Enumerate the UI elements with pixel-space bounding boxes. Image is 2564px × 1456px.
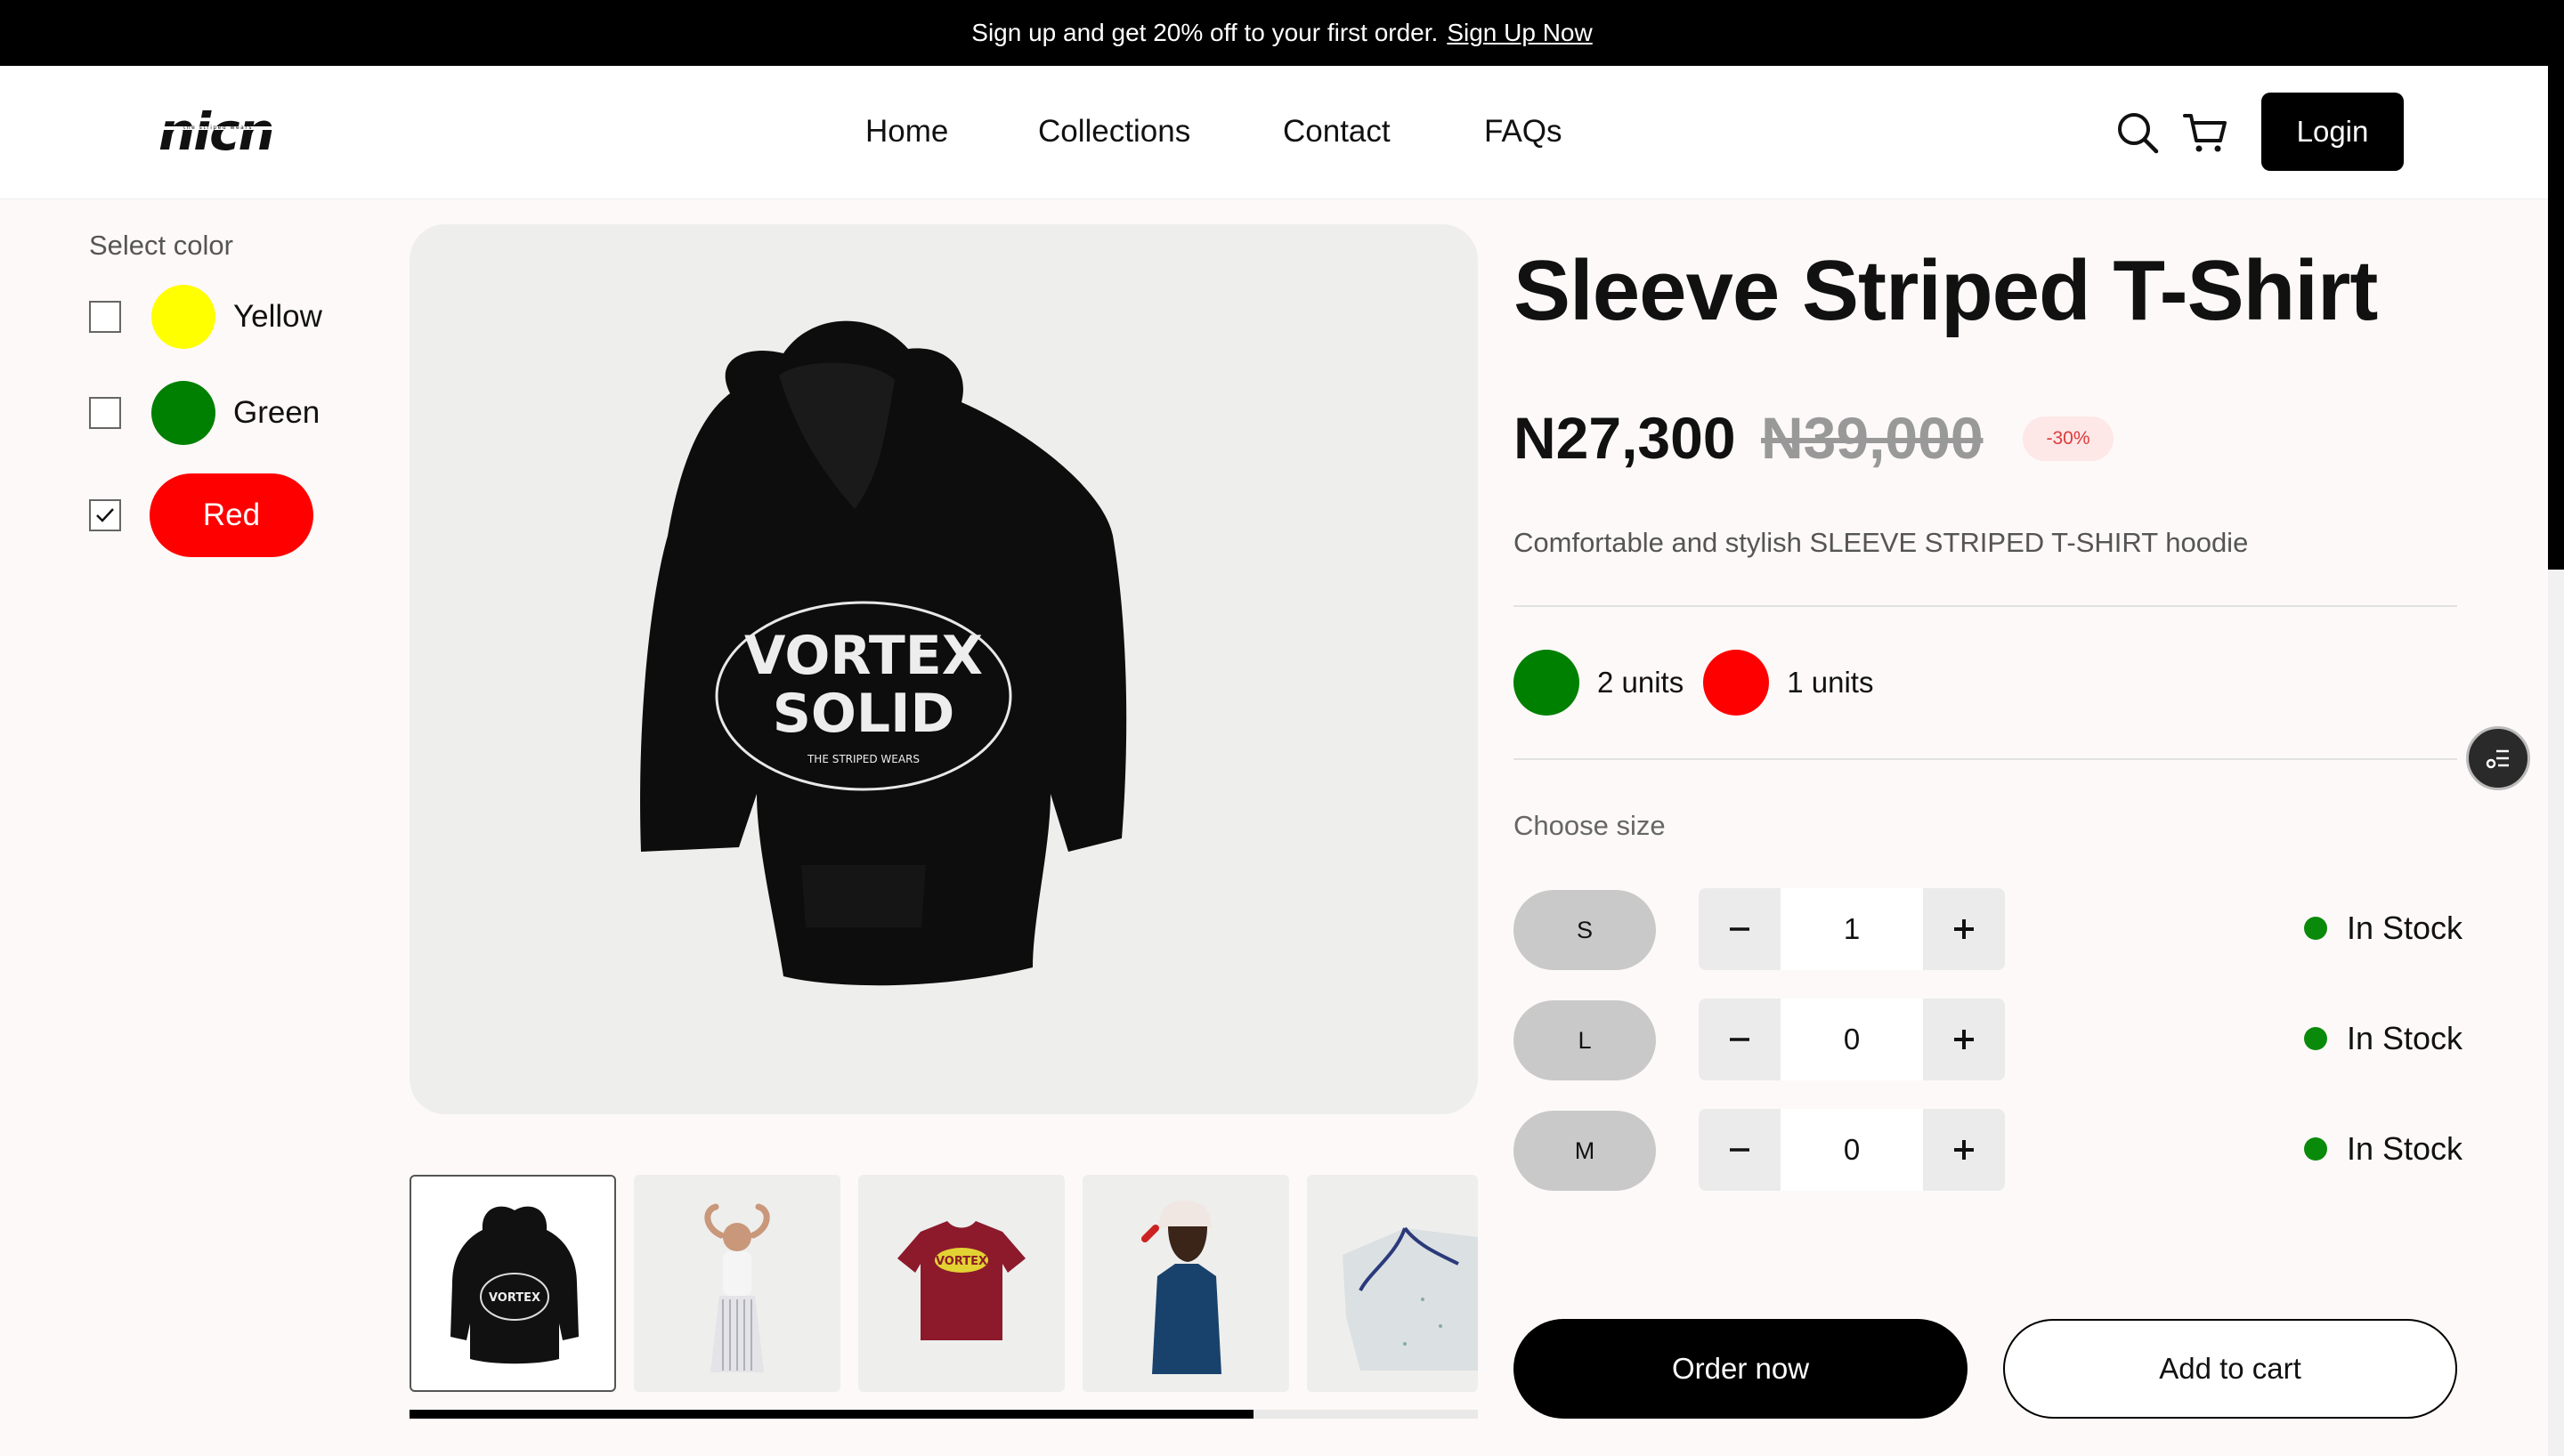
gallery-scroll-progress[interactable] — [410, 1410, 1254, 1419]
thumb-hoodie-image: VORTEX — [450, 1206, 579, 1364]
thumb-woman-image — [704, 1203, 770, 1372]
thumb-man-image — [1141, 1201, 1221, 1374]
nav-home[interactable]: Home — [865, 114, 948, 150]
color-option-green[interactable]: Green — [89, 381, 320, 445]
red-stock-count: 1 units — [1787, 666, 1874, 699]
search-icon[interactable] — [2114, 109, 2162, 157]
cart-icon[interactable] — [2181, 109, 2229, 157]
minus-icon — [1730, 1148, 1749, 1152]
quantity-value[interactable]: 0 — [1781, 1109, 1923, 1191]
decrement-button[interactable] — [1699, 999, 1781, 1080]
original-price: N39,000 — [1761, 405, 1984, 471]
discount-badge: -30% — [2023, 417, 2114, 461]
hoodie-print-top: VORTEX — [744, 625, 983, 687]
scrollbar-thumb[interactable] — [2548, 66, 2564, 570]
thumbnail-hoodie[interactable]: VORTEX — [410, 1175, 616, 1392]
check-icon — [96, 508, 114, 522]
quantity-stepper: 1 — [1699, 888, 2005, 970]
quantity-stepper: 0 — [1699, 1109, 2005, 1191]
filter-title: Select color — [89, 230, 233, 261]
plus-icon — [1954, 1140, 1974, 1160]
stock-status-label: In Stock — [2347, 1130, 2463, 1167]
color-stock-list: 2 units 1 units — [1513, 650, 1893, 716]
navbar: nicn the striped wears Home Collections … — [0, 66, 2548, 199]
in-stock-dot — [2304, 1137, 2327, 1161]
increment-button[interactable] — [1923, 888, 2005, 970]
green-checkbox[interactable] — [89, 397, 121, 429]
nav-collections[interactable]: Collections — [1038, 114, 1190, 150]
minus-icon — [1730, 1038, 1749, 1041]
in-stock-dot — [2304, 917, 2327, 940]
promo-banner: Sign up and get 20% off to your first or… — [0, 0, 2564, 66]
thumbnail-red-tshirt[interactable]: VORTEX — [858, 1175, 1065, 1392]
increment-button[interactable] — [1923, 1109, 2005, 1191]
yellow-label: Yellow — [233, 299, 322, 334]
list-settings-icon — [2486, 749, 2509, 769]
green-stock-swatch[interactable] — [1513, 650, 1579, 716]
logo-tagline: the striped wears — [183, 125, 253, 131]
plus-icon — [1954, 1030, 1974, 1049]
promo-text: Sign up and get 20% off to your first or… — [971, 19, 1439, 46]
thumb-hoodie-print: VORTEX — [489, 1291, 540, 1305]
stock-status-label: In Stock — [2347, 910, 2463, 946]
size-button-l[interactable]: L — [1513, 1000, 1656, 1080]
thumb-tshirt-image: VORTEX — [897, 1221, 1026, 1340]
stock-status: In Stock — [2304, 1020, 2463, 1057]
quantity-value[interactable]: 0 — [1781, 999, 1923, 1080]
divider — [1513, 758, 2457, 760]
plus-icon — [1954, 919, 1974, 939]
nav-contact[interactable]: Contact — [1283, 114, 1391, 150]
green-label: Green — [233, 395, 320, 430]
minus-icon — [1730, 927, 1749, 931]
logo-wordmark: nicn — [158, 103, 273, 162]
order-now-button[interactable]: Order now — [1513, 1319, 1968, 1419]
increment-button[interactable] — [1923, 999, 2005, 1080]
in-stock-dot — [2304, 1027, 2327, 1050]
size-button-s[interactable]: S — [1513, 890, 1656, 970]
product-title: Sleeve Striped T-Shirt — [1513, 243, 2378, 338]
hoodie-print-tag: THE STRIPED WEARS — [807, 753, 920, 765]
red-checkbox[interactable] — [89, 499, 121, 531]
hoodie-print-bottom: SOLID — [773, 683, 955, 745]
color-option-yellow[interactable]: Yellow — [89, 285, 322, 349]
stock-status: In Stock — [2304, 1130, 2463, 1168]
current-price: N27,300 — [1513, 405, 1736, 471]
size-title: Choose size — [1513, 810, 1666, 841]
nav-faqs[interactable]: FAQs — [1484, 114, 1562, 150]
main-product-image: VORTEX SOLID THE STRIPED WEARS — [410, 224, 1478, 1114]
quantity-value[interactable]: 1 — [1781, 888, 1923, 970]
green-stock-count: 2 units — [1597, 666, 1684, 699]
green-swatch — [151, 381, 215, 445]
red-selected-pill[interactable]: Red — [150, 473, 313, 557]
yellow-swatch — [151, 285, 215, 349]
brand-logo[interactable]: nicn the striped wears — [157, 103, 296, 166]
sign-up-link[interactable]: Sign Up Now — [1447, 19, 1592, 47]
quantity-stepper: 0 — [1699, 999, 2005, 1080]
product-description: Comfortable and stylish SLEEVE STRIPED T… — [1513, 527, 2249, 558]
thumbnail-woman[interactable] — [634, 1175, 840, 1392]
floating-menu-button[interactable] — [2466, 726, 2530, 790]
login-button[interactable]: Login — [2261, 93, 2404, 171]
thumb-polo-image — [1343, 1226, 1478, 1371]
size-button-m[interactable]: M — [1513, 1111, 1656, 1191]
yellow-checkbox[interactable] — [89, 301, 121, 333]
thumb-tshirt-print: VORTEX — [936, 1255, 987, 1268]
decrement-button[interactable] — [1699, 888, 1781, 970]
thumbnail-man[interactable] — [1083, 1175, 1289, 1392]
red-stock-swatch[interactable] — [1703, 650, 1770, 716]
add-to-cart-button[interactable]: Add to cart — [2003, 1319, 2457, 1419]
divider — [1513, 605, 2457, 607]
thumbnail-polo[interactable] — [1307, 1175, 1478, 1392]
hoodie-image: VORTEX SOLID THE STRIPED WEARS — [640, 320, 1127, 986]
stock-status-label: In Stock — [2347, 1020, 2463, 1056]
color-option-red[interactable]: Red — [89, 473, 313, 557]
stock-status: In Stock — [2304, 910, 2463, 947]
decrement-button[interactable] — [1699, 1109, 1781, 1191]
